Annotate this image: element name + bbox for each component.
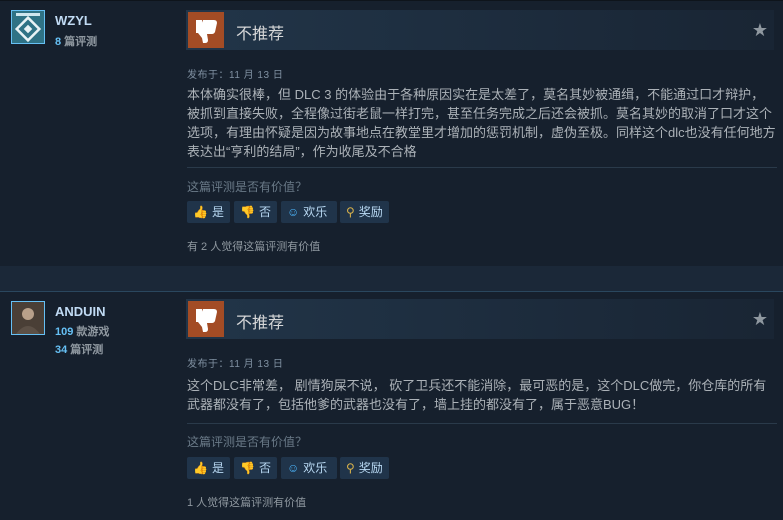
divider xyxy=(187,423,777,424)
helpful-count: 1 人觉得这篇评测有价值 xyxy=(187,497,307,509)
smile-icon: ☺ xyxy=(287,205,300,219)
award-button[interactable]: ⚲ 奖励 xyxy=(340,457,389,479)
helpful-question: 这篇评测是否有价值？ xyxy=(187,435,308,449)
review-count[interactable]: 8 篇评测 xyxy=(55,33,97,49)
verdict-header[interactable]: 不推荐 ★ xyxy=(186,10,774,50)
award-icon: ⚲ xyxy=(346,461,355,475)
vote-yes-button[interactable]: 👍 是 xyxy=(187,457,230,479)
review-text: 本体确实很棒，但 DLC 3 的体验由于各种原因实在是太差了，莫名其妙被通缉，不… xyxy=(187,87,776,159)
helpful-question: 这篇评测是否有价值？ xyxy=(187,180,308,194)
divider xyxy=(187,167,777,168)
verdict-title: 不推荐 xyxy=(236,315,285,332)
award-button[interactable]: ⚲ 奖励 xyxy=(340,201,389,223)
vote-no-button[interactable]: 👎 否 xyxy=(234,201,277,223)
persona-name[interactable]: ANDUIN xyxy=(55,304,106,319)
review-card: WZYL 8 篇评测 不推荐 ★ 发布于：11 月 13 日 本体确实很棒，但 … xyxy=(0,0,783,266)
posted-date: 发布于：11 月 13 日 xyxy=(187,70,284,81)
thumbs-up-icon: 👍 xyxy=(193,461,208,475)
thumbs-up-icon: 👍 xyxy=(193,205,208,219)
thumbs-down-icon: 👎 xyxy=(240,461,255,475)
avatar[interactable] xyxy=(11,10,45,44)
vote-funny-button[interactable]: ☺ 欢乐 xyxy=(281,457,337,479)
review-count[interactable]: 34 篇评测 xyxy=(55,341,103,357)
review-text: 这个DLC非常差， 剧情狗屎不说， 砍了卫兵还不能消除，最可恶的是，这个DLC做… xyxy=(187,378,767,412)
verdict-title: 不推荐 xyxy=(236,26,285,43)
vote-no-button[interactable]: 👎 否 xyxy=(234,457,277,479)
avatar-emblem-icon xyxy=(12,11,44,43)
persona-name[interactable]: WZYL xyxy=(55,13,92,28)
award-icon: ⚲ xyxy=(346,205,355,219)
helpful-count: 有 2 人觉得这篇评测有价值 xyxy=(187,241,321,253)
avatar[interactable] xyxy=(11,301,45,335)
vote-funny-button[interactable]: ☺ 欢乐 xyxy=(281,201,337,223)
thumbs-down-icon xyxy=(188,12,224,48)
avatar-portrait-icon xyxy=(12,302,44,334)
vote-yes-button[interactable]: 👍 是 xyxy=(187,201,230,223)
games-count[interactable]: 109 款游戏 xyxy=(55,323,109,339)
verdict-header[interactable]: 不推荐 ★ xyxy=(186,299,774,339)
star-icon[interactable]: ★ xyxy=(752,20,768,41)
posted-date: 发布于：11 月 13 日 xyxy=(187,359,284,370)
smile-icon: ☺ xyxy=(287,461,300,475)
star-icon[interactable]: ★ xyxy=(752,309,768,330)
thumbs-down-icon xyxy=(188,301,224,337)
review-card: ANDUIN 109 款游戏 34 篇评测 不推荐 ★ 发布于：11 月 13 … xyxy=(0,291,783,520)
thumbs-down-icon: 👎 xyxy=(240,205,255,219)
